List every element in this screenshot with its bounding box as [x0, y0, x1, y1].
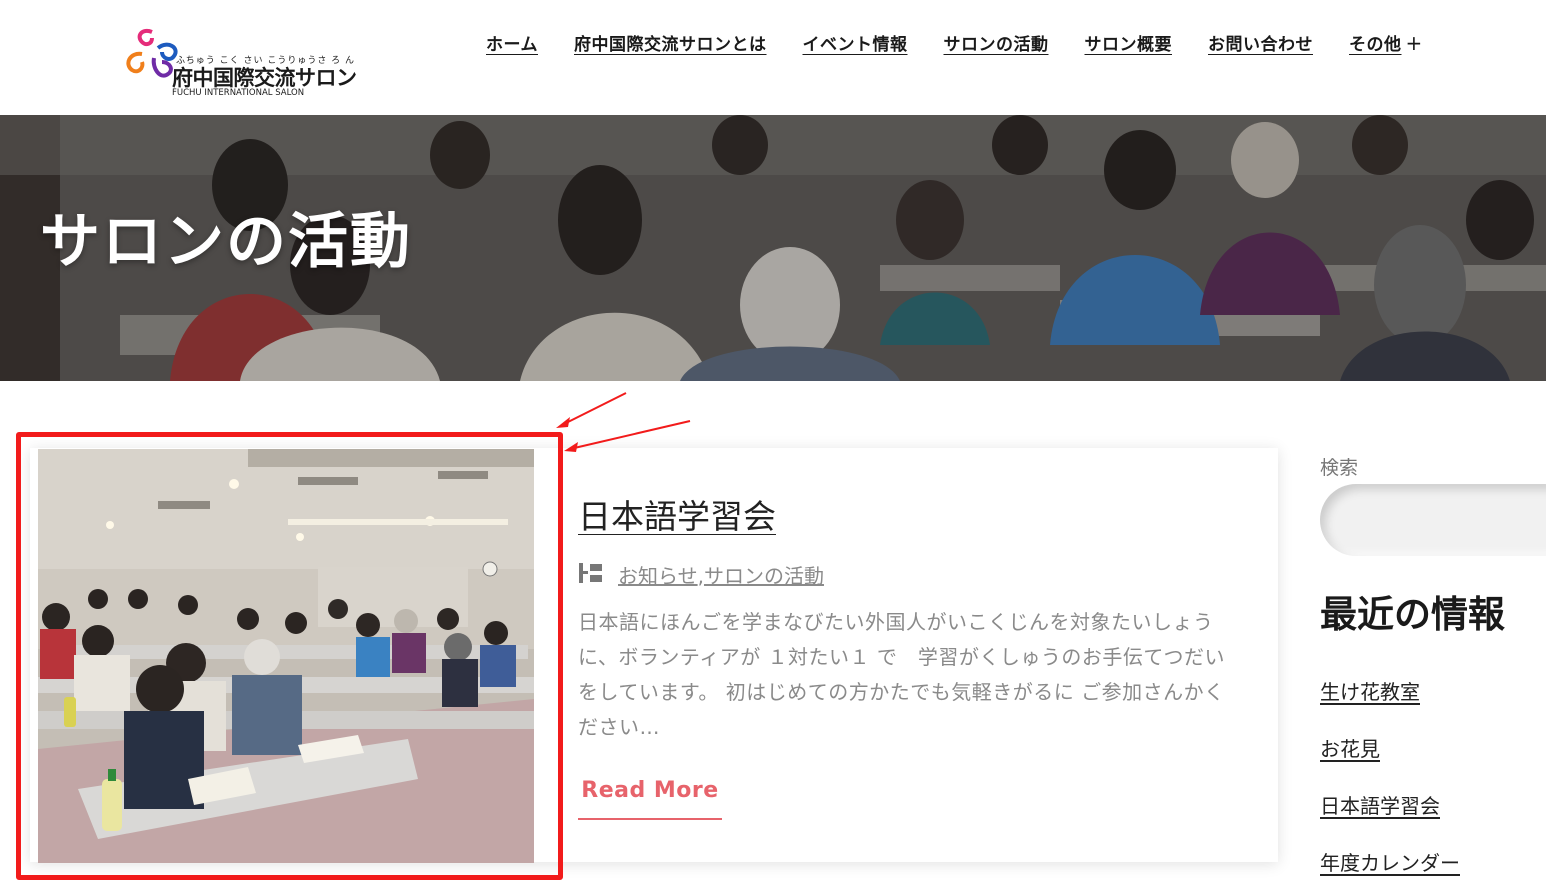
hero-banner: サロンの活動 [0, 115, 1546, 381]
highlight-annotation-box [16, 432, 563, 880]
annotation-arrow-icon [556, 392, 691, 452]
post-title-link[interactable]: 日本語学習会 [578, 490, 776, 538]
recent-post-link[interactable]: 年度カレンダー [1320, 847, 1460, 896]
recent-post-link[interactable]: 日本語学習会 [1320, 790, 1460, 847]
nav-item-contact[interactable]: お問い合わせ [1208, 30, 1313, 55]
nav-item-activities[interactable]: サロンの活動 [944, 30, 1049, 55]
plus-icon: + [1405, 31, 1423, 55]
page-title: サロンの活動 [40, 207, 412, 277]
nav-item-events[interactable]: イベント情報 [803, 30, 908, 55]
nav-item-other-label: その他 [1349, 35, 1402, 55]
site-logo[interactable]: ふちゅう こく さい こうりゅうさ ろ ん 府中国際交流サロン FUCHU IN… [122, 22, 382, 102]
category-link-news[interactable]: お知らせ [618, 564, 698, 588]
post-categories: お知らせ,サロンの活動 [618, 560, 824, 589]
post-excerpt: 日本語にほんごを学まなびたい外国人がいこくじんを対象たいしょうに、ボランティアが… [578, 610, 1226, 739]
search-label: 検索 [1320, 457, 1359, 479]
logo-subtitle: FUCHU INTERNATIONAL SALON [172, 88, 305, 98]
search-input[interactable] [1320, 484, 1546, 556]
nav-item-other[interactable]: その他 + [1349, 30, 1423, 55]
nav-item-about[interactable]: 府中国際交流サロンとは [574, 30, 767, 55]
main-nav: ホーム 府中国際交流サロンとは イベント情報 サロンの活動 サロン概要 お問い合… [486, 30, 1524, 55]
site-header: ふちゅう こく さい こうりゅうさ ろ ん 府中国際交流サロン FUCHU IN… [0, 0, 1546, 115]
category-link-activities[interactable]: サロンの活動 [704, 564, 824, 588]
nav-item-home[interactable]: ホーム [486, 30, 538, 55]
recent-post-link[interactable]: 生け花教室 [1320, 676, 1460, 733]
category-icon [579, 563, 602, 583]
read-more-button[interactable]: Read More [578, 774, 722, 820]
nav-item-overview[interactable]: サロン概要 [1085, 30, 1173, 55]
recent-posts-list: 生け花教室 お花見 日本語学習会 年度カレンダー [1320, 676, 1460, 896]
recent-posts-heading: 最近の情報 [1320, 593, 1505, 636]
recent-post-link[interactable]: お花見 [1320, 733, 1460, 790]
